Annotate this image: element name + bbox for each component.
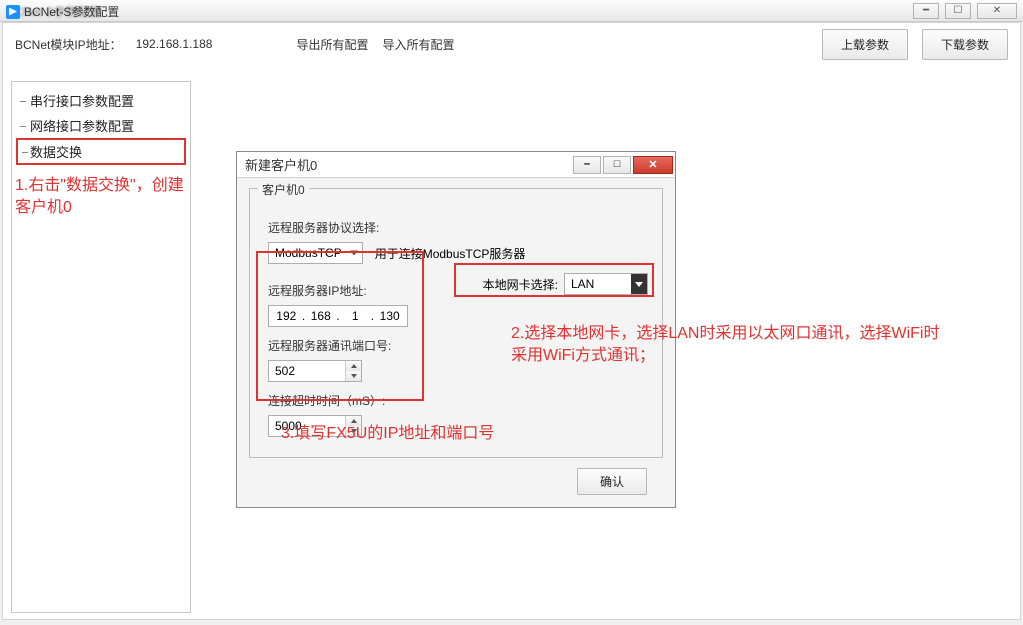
tree-item-data-exchange[interactable]: 数据交换 (16, 138, 186, 165)
nic-label: 本地网卡选择: (483, 276, 558, 293)
dialog-titlebar[interactable]: 新建客户机0 ━ ☐ ✕ (237, 152, 675, 178)
protocol-value: ModbusTCP (275, 246, 342, 260)
ip-oct1[interactable]: 192 (273, 309, 299, 323)
outer-minimize-button[interactable]: ━ (913, 3, 939, 19)
outer-close-button[interactable]: ✕ (977, 3, 1017, 19)
app-title: BCNet-S参数配置 (24, 3, 119, 20)
download-params-button[interactable]: 下载参数 (922, 29, 1008, 60)
toolbar: BCNet模块IP地址： 192.168.1.188 导出所有配置 导入所有配置… (3, 23, 1020, 65)
remote-port-label: 远程服务器通讯端口号: (268, 337, 391, 354)
group-legend: 客户机0 (258, 181, 309, 198)
tree-item-serial[interactable]: 串行接口参数配置 (16, 88, 186, 113)
annotation-1: 1.右击"数据交换"，创建客户机0 (15, 175, 195, 220)
remote-ip-input[interactable]: 192. 168. 1. 130 (268, 305, 408, 327)
ip-value: 192.168.1.188 (136, 37, 213, 51)
protocol-label: 远程服务器协议选择: (268, 219, 379, 236)
ip-oct2[interactable]: 168 (308, 309, 334, 323)
app-icon (6, 5, 20, 19)
dialog-close-button[interactable]: ✕ (633, 156, 673, 174)
export-config-link[interactable]: 导出所有配置 (296, 36, 368, 53)
spin-up-icon[interactable] (346, 361, 361, 371)
spin-down-icon[interactable] (346, 371, 361, 381)
dialog-maximize-button[interactable]: ☐ (603, 156, 631, 174)
timeout-label: 连接超时时间（mS）: (268, 392, 385, 409)
import-config-link[interactable]: 导入所有配置 (382, 36, 454, 53)
chevron-down-icon (350, 251, 358, 256)
ip-oct4[interactable]: 130 (377, 309, 403, 323)
tree-item-network[interactable]: 网络接口参数配置 (16, 113, 186, 138)
chevron-down-icon (631, 274, 647, 294)
outer-maximize-button[interactable]: ☐ (945, 3, 971, 19)
remote-port-value: 502 (275, 364, 295, 378)
app-window: BCNet模块IP地址： 192.168.1.188 导出所有配置 导入所有配置… (2, 22, 1021, 620)
annotation-3: 3.填写FX5U的IP地址和端口号 (281, 423, 494, 445)
body-area: 串行接口参数配置 网络接口参数配置 数据交换 1.右击"数据交换"，创建客户机0… (11, 73, 1012, 613)
protocol-hint: 用于连接ModbusTCP服务器 (375, 245, 526, 262)
confirm-button[interactable]: 确认 (577, 468, 647, 495)
tree-panel: 串行接口参数配置 网络接口参数配置 数据交换 (11, 81, 191, 613)
ip-label: BCNet模块IP地址： (15, 36, 122, 53)
remote-port-input[interactable]: 502 (268, 360, 362, 382)
ip-oct3[interactable]: 1 (342, 309, 368, 323)
dialog-minimize-button[interactable]: ━ (573, 156, 601, 174)
nic-value: LAN (571, 277, 594, 291)
dialog-title: 新建客户机0 (245, 155, 573, 174)
remote-ip-label: 远程服务器IP地址: (268, 282, 367, 299)
annotation-2: 2.选择本地网卡，选择LAN时采用以太网口通讯，选择WiFi时采用WiFi方式通… (511, 323, 951, 368)
protocol-select[interactable]: ModbusTCP (268, 242, 363, 264)
outer-window-titlebar: BCNet-S参数配置 ━ ☐ ✕ (0, 0, 1023, 22)
nic-select[interactable]: LAN (564, 273, 648, 295)
upload-params-button[interactable]: 上载参数 (822, 29, 908, 60)
